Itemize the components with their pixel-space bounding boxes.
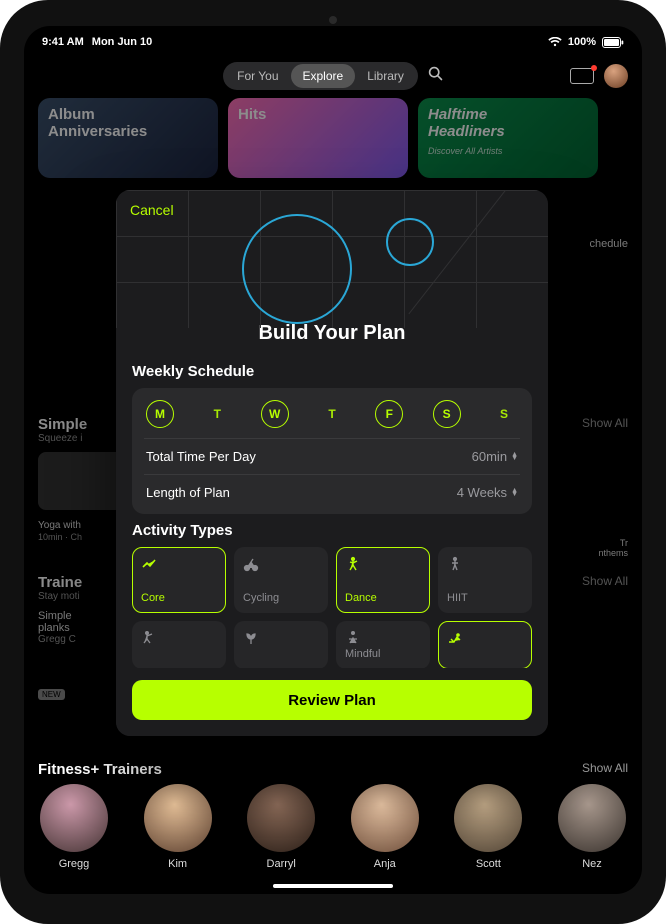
trainer-name: Kim — [168, 858, 187, 870]
stepper-icon: ▲▼ — [511, 453, 518, 461]
bg-card-text: Anniversaries — [48, 123, 147, 140]
trainer-name: Scott — [476, 858, 501, 870]
setting-value: 60min — [472, 449, 507, 464]
bg-card-line: planks — [38, 622, 110, 634]
day-toggle-thu[interactable]: T — [318, 400, 346, 428]
trainer-photo — [40, 784, 108, 852]
activity-kickboxing[interactable] — [132, 621, 226, 668]
dance-icon — [345, 556, 361, 572]
setting-value: 4 Weeks — [457, 485, 507, 500]
activity-label: HIIT — [447, 592, 523, 604]
days-row: M T W T F S S — [144, 398, 520, 438]
bg-thumb[interactable] — [38, 452, 124, 510]
activity-label: Core — [141, 592, 217, 604]
setting-plan-length[interactable]: Length of Plan 4 Weeks ▲▼ — [144, 474, 520, 510]
activity-label: Dance — [345, 592, 421, 604]
bg-card-text: Halftime — [428, 106, 487, 123]
bg-section-sub: Squeeze i — [38, 433, 108, 444]
activity-meditation[interactable] — [234, 621, 328, 668]
figure-icon — [141, 630, 157, 646]
trainer-photo — [454, 784, 522, 852]
bg-card-text: Hits — [238, 106, 266, 123]
trainer-photo — [144, 784, 212, 852]
bg-section-title: Simple — [38, 416, 108, 433]
bg-card-subtext: Discover All Artists — [428, 146, 502, 156]
front-camera — [329, 16, 337, 24]
trainer-item[interactable]: Scott — [452, 784, 524, 870]
weekly-schedule-label: Weekly Schedule — [132, 363, 532, 380]
activity-mindful[interactable]: Mindful — [336, 621, 430, 668]
bg-right-text: Tr — [598, 538, 628, 548]
trainers-section: Fitness+ Trainers Show All Gregg Kim Dar… — [24, 755, 642, 870]
trainer-item[interactable]: Kim — [142, 784, 214, 870]
build-plan-sheet: Cancel Build Your Plan Weekly Schedule M… — [116, 190, 548, 736]
weekly-schedule-card: M T W T F S S Total Time Per Day 60min ▲… — [132, 388, 532, 514]
bg-section-sub: Stay moti — [38, 591, 108, 602]
activity-label: Mindful — [345, 648, 421, 660]
cancel-button[interactable]: Cancel — [130, 202, 174, 218]
trainer-item[interactable]: Darryl — [245, 784, 317, 870]
day-toggle-wed[interactable]: W — [261, 400, 289, 428]
day-toggle-sun[interactable]: S — [490, 400, 518, 428]
bg-card-anniversaries[interactable]: AlbumAnniversaries — [38, 98, 218, 178]
activity-pilates[interactable] — [438, 621, 532, 668]
stepper-icon: ▲▼ — [511, 489, 518, 497]
new-badge: NEW — [38, 689, 65, 700]
activity-grid: Core Cycling Dance HIIT — [132, 547, 532, 668]
mindful-icon — [345, 630, 361, 646]
trainer-photo — [247, 784, 315, 852]
trainer-item[interactable]: Anja — [349, 784, 421, 870]
hiit-icon — [447, 556, 463, 572]
bg-right-text: chedule — [589, 238, 628, 250]
trainer-name: Gregg — [59, 858, 90, 870]
bg-section-title: Traine — [38, 574, 108, 591]
bg-card-line: Simple — [38, 610, 110, 622]
setting-label: Total Time Per Day — [146, 449, 256, 464]
trainer-name: Anja — [374, 858, 396, 870]
bg-card-text: Headliners — [428, 123, 505, 140]
sheet-header-graphic: Cancel — [116, 190, 548, 328]
show-all-link[interactable]: Show All — [582, 761, 628, 778]
activity-dance[interactable]: Dance — [336, 547, 430, 613]
show-all-link[interactable]: Show All — [582, 574, 628, 588]
home-indicator[interactable] — [273, 884, 393, 888]
pilates-icon — [447, 630, 463, 646]
activity-core[interactable]: Core — [132, 547, 226, 613]
activity-cycling[interactable]: Cycling — [234, 547, 328, 613]
show-all-link[interactable]: Show All — [582, 416, 628, 430]
trainer-name: Darryl — [267, 858, 296, 870]
trainers-title: Fitness+ Trainers — [38, 761, 162, 778]
core-icon — [141, 556, 157, 572]
day-toggle-sat[interactable]: S — [433, 400, 461, 428]
bg-thumb-subcaption: 10min · Ch — [38, 532, 82, 542]
bg-right-text: nthems — [598, 548, 628, 558]
review-plan-button[interactable]: Review Plan — [132, 680, 532, 720]
setting-total-time[interactable]: Total Time Per Day 60min ▲▼ — [144, 438, 520, 474]
trainer-photo — [351, 784, 419, 852]
bg-thumb-caption: Yoga with — [38, 520, 81, 531]
bg-card-text: Album — [48, 106, 95, 123]
activity-types-label: Activity Types — [132, 522, 532, 539]
trainer-item[interactable]: Nez — [556, 784, 628, 870]
activity-hiit[interactable]: HIIT — [438, 547, 532, 613]
activity-label: Cycling — [243, 592, 319, 604]
bg-card-line: Gregg C — [38, 634, 110, 645]
setting-label: Length of Plan — [146, 485, 230, 500]
plant-icon — [243, 630, 259, 646]
trainer-photo — [558, 784, 626, 852]
trainer-name: Nez — [582, 858, 602, 870]
day-toggle-fri[interactable]: F — [375, 400, 403, 428]
trainer-item[interactable]: Gregg — [38, 784, 110, 870]
day-toggle-tue[interactable]: T — [203, 400, 231, 428]
day-toggle-mon[interactable]: M — [146, 400, 174, 428]
bg-card-hits[interactable]: Hits — [228, 98, 408, 178]
cycling-icon — [243, 556, 259, 572]
bg-card-halftime[interactable]: Halftime Headliners Discover All Artists — [418, 98, 598, 178]
